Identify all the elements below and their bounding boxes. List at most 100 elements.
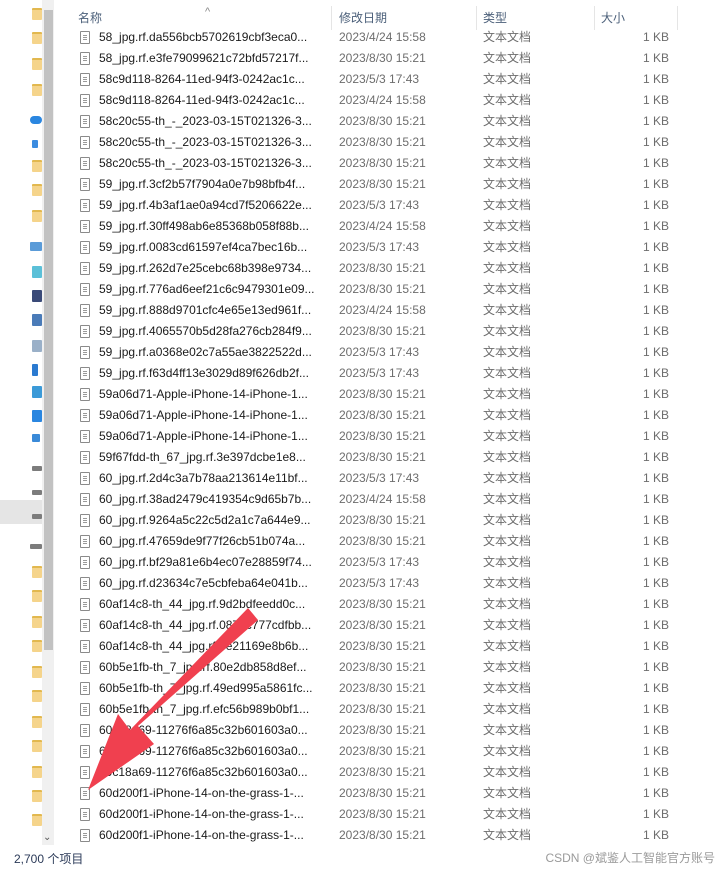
file-row[interactable]: 60af14c8-th_44_jpg.rf.9d2bdfeedd0c... 202… xyxy=(62,594,678,615)
file-type: 文本文档 xyxy=(483,723,532,737)
folder-icon[interactable] xyxy=(32,790,42,802)
file-row[interactable]: 60c18a69-11276f6a85c32b601603a0... 2023/8… xyxy=(62,720,678,741)
text-file-icon xyxy=(80,304,90,317)
documents-icon[interactable] xyxy=(32,340,42,352)
nav-selected-item[interactable] xyxy=(0,500,44,524)
file-row[interactable]: 60_jpg.rf.d23634c7e5cbfeba64e041b... 2023… xyxy=(62,573,678,594)
file-size: 1 KB xyxy=(642,366,669,380)
file-size: 1 KB xyxy=(642,744,669,758)
file-name: 59_jpg.rf.0083cd61597ef4ca7bec16b... xyxy=(99,240,308,254)
file-row[interactable]: 59_jpg.rf.a0368e02c7a55ae3822522d... 2023… xyxy=(62,342,678,363)
file-row[interactable]: 60_jpg.rf.bf29a81e6b4ec07e28859f74... 202… xyxy=(62,552,678,573)
watermark: CSDN @斌鉴人工智能官方账号 xyxy=(545,851,715,865)
file-row[interactable]: 59f67fdd-th_67_jpg.rf.3e397dcbe1e8... 202… xyxy=(62,447,678,468)
scrollbar-thumb[interactable] xyxy=(44,10,53,650)
file-modified: 2023/4/24 15:58 xyxy=(339,492,426,506)
file-row[interactable]: 60d200f1-iPhone-14-on-the-grass-1-... 202… xyxy=(62,804,678,825)
folder-icon[interactable] xyxy=(32,160,42,172)
file-row[interactable]: 58c20c55-th_-_2023-03-15T021326-3... 2023… xyxy=(62,153,678,174)
network-drive-icon[interactable] xyxy=(30,544,42,549)
file-row[interactable]: 59_jpg.rf.262d7e25cebc68b398e9734... 2023… xyxy=(62,258,678,279)
file-row[interactable]: 60b5e1fb-th_7_jpg.rf.80e2db858d8ef... 202… xyxy=(62,657,678,678)
file-row[interactable]: 59_jpg.rf.30ff498ab6e85368b058f88b... 202… xyxy=(62,216,678,237)
file-size: 1 KB xyxy=(642,513,669,527)
file-row[interactable]: 60af14c8-th_44_jpg.rf.9e21169e8b6b... 202… xyxy=(62,636,678,657)
folder-icon[interactable] xyxy=(32,616,42,628)
file-modified: 2023/8/30 15:21 xyxy=(339,261,426,275)
navigation-pane[interactable] xyxy=(0,0,44,845)
file-row[interactable]: 58_jpg.rf.e3fe79099621c72bfd57217f... 202… xyxy=(62,48,678,69)
file-type: 文本文档 xyxy=(483,72,532,86)
file-modified: 2023/4/24 15:58 xyxy=(339,30,426,44)
windows-drive-icon[interactable] xyxy=(32,434,40,442)
file-row[interactable]: 58c20c55-th_-_2023-03-15T021326-3... 2023… xyxy=(62,132,678,153)
text-file-icon xyxy=(80,829,90,842)
file-row[interactable]: 60_jpg.rf.9264a5c22c5d2a1c7a644e9... 2023… xyxy=(62,510,678,531)
file-modified: 2023/8/30 15:21 xyxy=(339,387,426,401)
file-name: 59_jpg.rf.888d9701cfc4e65e13ed961f... xyxy=(99,303,312,317)
folder-icon[interactable] xyxy=(32,640,42,652)
file-row[interactable]: 58_jpg.rf.da556bcb5702619cbf3eca0... 2023… xyxy=(62,27,678,48)
folder-icon[interactable] xyxy=(32,58,42,70)
file-row[interactable]: 59_jpg.rf.888d9701cfc4e65e13ed961f... 202… xyxy=(62,300,678,321)
file-row[interactable]: 59_jpg.rf.776ad6eef21c6c9479301e09... 202… xyxy=(62,279,678,300)
file-row[interactable]: 59_jpg.rf.3cf2b57f7904a0e7b98bfb4f... 202… xyxy=(62,174,678,195)
drive-icon[interactable] xyxy=(32,490,42,495)
file-row[interactable]: 59a06d71-Apple-iPhone-14-iPhone-1... 2023… xyxy=(62,405,678,426)
folder-icon[interactable] xyxy=(32,184,42,196)
file-row[interactable]: 58c20c55-th_-_2023-03-15T021326-3... 2023… xyxy=(62,111,678,132)
folder-icon[interactable] xyxy=(32,32,42,44)
folder-icon[interactable] xyxy=(32,84,42,96)
file-row[interactable]: 59_jpg.rf.f63d4ff13e3029d89f626db2f... 20… xyxy=(62,363,678,384)
file-row[interactable]: 60c18a69-11276f6a85c32b601603a0... 2023/8… xyxy=(62,762,678,783)
file-row[interactable]: 60d200f1-iPhone-14-on-the-grass-1-... 202… xyxy=(62,825,678,846)
folder-icon[interactable] xyxy=(32,8,42,20)
file-row[interactable]: 59a06d71-Apple-iPhone-14-iPhone-1... 2023… xyxy=(62,384,678,405)
folder-icon[interactable] xyxy=(32,766,42,778)
music-icon[interactable] xyxy=(32,386,42,398)
file-type: 文本文档 xyxy=(483,618,532,632)
desktop-icon[interactable] xyxy=(32,410,42,422)
nav-scrollbar[interactable]: ⌄ xyxy=(42,0,54,845)
file-row[interactable]: 58c9d118-8264-11ed-94f3-0242ac1c... 2023/… xyxy=(62,69,678,90)
videos-icon[interactable] xyxy=(32,290,42,302)
folder-icon[interactable] xyxy=(32,814,42,826)
file-row[interactable]: 60b5e1fb-th_7_jpg.rf.efc56b989b0bf1... 20… xyxy=(62,699,678,720)
folder-icon[interactable] xyxy=(32,590,42,602)
text-file-icon xyxy=(80,535,90,548)
file-row[interactable]: 59_jpg.rf.0083cd61597ef4ca7bec16b... 2023… xyxy=(62,237,678,258)
file-row[interactable]: 60af14c8-th_44_jpg.rf.0873c777cdfbb... 20… xyxy=(62,615,678,636)
cloud-icon[interactable] xyxy=(30,116,42,124)
file-row[interactable]: 60b5e1fb-th_7_jpg.rf.49ed995a5861fc... 20… xyxy=(62,678,678,699)
objects-3d-icon[interactable] xyxy=(32,266,42,278)
folder-icon[interactable] xyxy=(32,566,42,578)
onedrive-icon[interactable] xyxy=(32,140,38,148)
file-size: 1 KB xyxy=(642,72,669,86)
folder-icon[interactable] xyxy=(32,210,42,222)
folder-icon[interactable] xyxy=(32,690,42,702)
file-row[interactable]: 59_jpg.rf.4065570b5d28fa276cb284f9... 202… xyxy=(62,321,678,342)
drive-icon[interactable] xyxy=(32,514,42,519)
file-name: 60d200f1-iPhone-14-on-the-grass-1-... xyxy=(99,807,304,821)
text-file-icon xyxy=(80,115,90,128)
file-row[interactable]: 60c18a69-11276f6a85c32b601603a0... 2023/8… xyxy=(62,741,678,762)
file-type: 文本文档 xyxy=(483,366,532,380)
file-row[interactable]: 60d200f1-iPhone-14-on-the-grass-1-... 202… xyxy=(62,783,678,804)
text-file-icon xyxy=(80,682,90,695)
file-row[interactable]: 59a06d71-Apple-iPhone-14-iPhone-1... 2023… xyxy=(62,426,678,447)
file-row[interactable]: 60_jpg.rf.47659de9f77f26cb51b074a... 2023… xyxy=(62,531,678,552)
folder-icon[interactable] xyxy=(32,716,42,728)
file-row[interactable]: 60_jpg.rf.2d4c3a7b78aa213614e11bf... 2023… xyxy=(62,468,678,489)
chevron-down-icon[interactable]: ⌄ xyxy=(43,832,51,843)
file-row[interactable]: 59_jpg.rf.4b3af1ae0a94cd7f5206622e... 202… xyxy=(62,195,678,216)
file-row[interactable]: 60_jpg.rf.38ad2479c419354c9d65b7b... 2023… xyxy=(62,489,678,510)
file-type: 文本文档 xyxy=(483,555,532,569)
drive-icon[interactable] xyxy=(32,466,42,471)
folder-icon[interactable] xyxy=(32,740,42,752)
file-row[interactable]: 58c9d118-8264-11ed-94f3-0242ac1c... 2023/… xyxy=(62,90,678,111)
text-file-icon xyxy=(80,598,90,611)
folder-icon[interactable] xyxy=(32,666,42,678)
downloads-icon[interactable] xyxy=(32,364,38,376)
pictures-icon[interactable] xyxy=(32,314,42,326)
this-pc-icon[interactable] xyxy=(30,242,42,251)
